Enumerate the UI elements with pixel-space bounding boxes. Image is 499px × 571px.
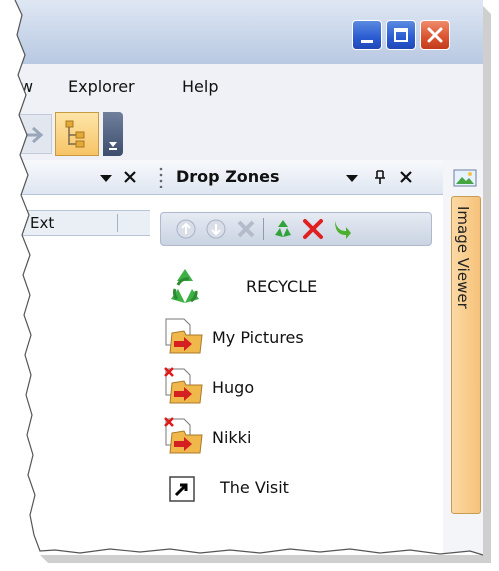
pane-close-icon[interactable]	[398, 169, 414, 185]
menu-view-partial[interactable]: w	[20, 77, 33, 96]
forward-arrow-icon	[21, 126, 44, 144]
drop-zone-item-recycle[interactable]: RECYCLE	[150, 265, 440, 309]
toolbar-button-nav[interactable]	[14, 114, 52, 154]
shortcut-icon	[169, 476, 195, 502]
menu-bar: w Explorer Help	[0, 64, 483, 108]
folder-shortcut-error-icon	[164, 367, 203, 404]
menu-explorer[interactable]: Explorer	[68, 77, 135, 96]
folder-tree-icon	[65, 120, 85, 148]
drop-zone-item-my-pictures[interactable]: My Pictures	[150, 315, 440, 359]
app-window: w Explorer Help Ext Drop Zones RECYCLE M…	[0, 0, 483, 555]
image-viewer-tab-label: Image Viewer	[454, 206, 472, 309]
chevron-down-icon	[109, 142, 117, 150]
explorer-pane-header	[0, 160, 150, 195]
main-toolbar	[0, 108, 483, 160]
folder-shortcut-error-icon	[164, 417, 203, 454]
move-up-icon[interactable]	[175, 218, 197, 240]
drop-zone-item-nikki[interactable]: Nikki	[150, 415, 440, 459]
column-header-row: Ext	[0, 210, 150, 236]
folder-shortcut-icon	[165, 318, 203, 354]
toolbar-button-tree[interactable]	[55, 112, 99, 156]
pane-menu-dropdown-icon[interactable]	[344, 170, 360, 186]
maximize-button[interactable]	[386, 20, 416, 50]
recycle-icon[interactable]	[271, 217, 295, 241]
go-arrow-icon[interactable]	[329, 217, 353, 241]
recycle-icon	[171, 269, 199, 303]
drop-zone-item-the-visit[interactable]: The Visit	[150, 465, 440, 509]
drop-zone-label: RECYCLE	[246, 277, 318, 296]
title-bar	[0, 0, 483, 65]
menu-help[interactable]: Help	[182, 77, 218, 96]
toolbar-overflow-button[interactable]	[103, 112, 123, 156]
drop-zone-label: My Pictures	[212, 328, 304, 347]
pane-menu-dropdown-icon[interactable]	[98, 170, 114, 186]
drop-zones-toolbar	[160, 212, 432, 246]
drop-zone-label: The Visit	[220, 478, 289, 497]
pin-icon[interactable]	[372, 169, 388, 185]
drop-zones-header: Drop Zones	[150, 160, 443, 195]
side-rail: Image Viewer	[443, 160, 483, 555]
move-down-icon[interactable]	[205, 218, 227, 240]
drop-zones-title: Drop Zones	[176, 167, 280, 186]
drop-zone-label: Nikki	[212, 428, 252, 447]
column-divider[interactable]	[117, 214, 118, 232]
delete-disabled-icon[interactable]	[235, 218, 257, 240]
explorer-pane: Ext	[0, 160, 151, 555]
drop-zone-label: Hugo	[212, 378, 255, 397]
close-window-button[interactable]	[420, 20, 450, 50]
image-viewer-icon[interactable]	[453, 168, 477, 188]
close-icon	[427, 27, 443, 43]
drop-zones-pane: Drop Zones RECYCLE My Pictures Hugo Nikk…	[150, 160, 444, 555]
minimize-button[interactable]	[352, 20, 382, 50]
maximize-icon	[394, 28, 408, 42]
drop-zone-item-hugo[interactable]: Hugo	[150, 365, 440, 409]
toolbar-separator	[263, 218, 264, 240]
column-ext-header[interactable]: Ext	[30, 214, 54, 232]
remove-icon[interactable]	[301, 217, 325, 241]
grip-icon[interactable]	[158, 166, 164, 188]
pane-close-icon[interactable]	[122, 169, 138, 185]
minimize-icon	[361, 40, 373, 43]
